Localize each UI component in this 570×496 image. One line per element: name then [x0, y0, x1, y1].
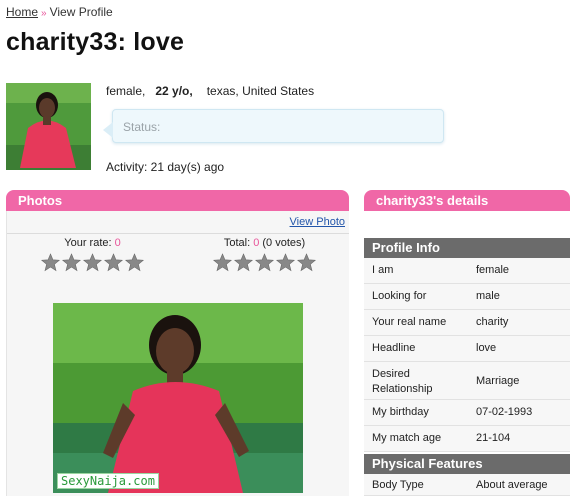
detail-value: love: [476, 342, 497, 354]
star-icon: [297, 253, 316, 272]
star-icon: [276, 253, 295, 272]
details-header: charity33's details: [364, 190, 570, 211]
detail-key: I am: [372, 264, 394, 276]
detail-key: My match age: [372, 432, 442, 444]
avatar[interactable]: [6, 83, 91, 170]
status-bubble-tail: [103, 122, 113, 138]
physical-features-title: Physical Features: [364, 454, 570, 474]
detail-value: female: [476, 264, 510, 276]
location-text: texas, United States: [206, 84, 315, 98]
detail-row: My birthday 07-02-1993: [364, 400, 570, 426]
detail-row: Your real name charity: [364, 310, 570, 336]
basic-info: female, 22 y/o, texas, United States: [106, 84, 314, 98]
star-icon[interactable]: [125, 253, 144, 272]
your-rate-stars: [41, 253, 144, 272]
profile-info-title: Profile Info: [364, 238, 570, 258]
breadcrumb-separator: »: [41, 8, 47, 19]
star-icon[interactable]: [41, 253, 60, 272]
detail-row: Desired Relationship Marriage: [364, 362, 570, 400]
detail-value: charity: [476, 316, 509, 328]
detail-key: Looking for: [372, 290, 427, 302]
total-label: Total:: [223, 237, 251, 249]
breadcrumb-current: View Profile: [49, 5, 113, 19]
watermark-text: SexyNaija.com: [57, 473, 159, 489]
detail-value: 21-104: [476, 432, 511, 444]
detail-row: Looking for male: [364, 284, 570, 310]
age-text: 22 y/o,: [155, 84, 193, 98]
detail-value: About average: [476, 479, 548, 491]
breadcrumb-home-link[interactable]: Home: [6, 5, 38, 19]
details-panel: Profile Info I am female Looking for mal…: [364, 211, 570, 496]
detail-key: Desired Relationship: [372, 368, 433, 395]
activity-text: Activity: 21 day(s) ago: [106, 160, 225, 174]
breadcrumb: Home» View Profile: [6, 5, 113, 19]
star-icon: [213, 253, 232, 272]
detail-value: Marriage: [476, 375, 520, 387]
detail-row: I am female: [364, 258, 570, 284]
gender-text: female,: [106, 84, 146, 98]
detail-key: Body Type: [372, 479, 424, 491]
total-rate: Total: 0 (0 votes): [213, 237, 316, 272]
votes-text: (0 votes): [262, 237, 306, 249]
total-value: 0: [253, 237, 260, 249]
detail-key: Headline: [372, 342, 416, 354]
detail-row: Body Type About average: [364, 474, 570, 496]
status-label: Status:: [123, 120, 161, 134]
detail-row: Headline love: [364, 336, 570, 362]
detail-row: My match age 21-104: [364, 426, 570, 452]
your-rate: Your rate: 0: [41, 237, 144, 272]
detail-value: male: [476, 290, 500, 302]
total-rate-stars: [213, 253, 316, 272]
detail-key: My birthday: [372, 406, 429, 418]
page-title: charity33: love: [6, 28, 185, 56]
photos-divider: [7, 233, 349, 234]
your-rate-label: Your rate:: [64, 237, 112, 249]
main-photo[interactable]: SexyNaija.com: [53, 303, 303, 493]
your-rate-value: 0: [114, 237, 121, 249]
status-bubble: Status:: [103, 109, 444, 143]
photos-header: Photos: [6, 190, 349, 211]
star-icon: [234, 253, 253, 272]
detail-key: Your real name: [372, 316, 447, 328]
detail-value: 07-02-1993: [476, 406, 533, 418]
star-icon[interactable]: [83, 253, 102, 272]
star-icon: [255, 253, 274, 272]
view-photo-link[interactable]: View Photo: [290, 216, 345, 228]
photos-panel: View Photo Your rate: 0 Total: 0 (0 vote…: [6, 211, 349, 496]
star-icon[interactable]: [62, 253, 81, 272]
star-icon[interactable]: [104, 253, 123, 272]
